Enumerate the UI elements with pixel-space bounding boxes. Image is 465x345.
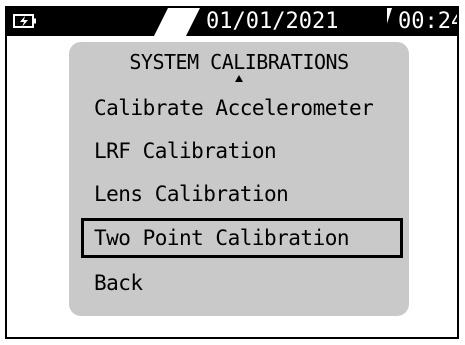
status-time: 00:24 [398, 9, 459, 34]
scroll-up-icon [235, 75, 243, 82]
menu-title: SYSTEM CALIBRATIONS [129, 50, 349, 74]
menu-item-two-point-calibration[interactable]: Two Point Calibration [94, 226, 350, 250]
status-date: 01/01/2021 [206, 9, 339, 34]
menu-item-calibrate-accelerometer[interactable]: Calibrate Accelerometer [94, 96, 374, 120]
menu-item-back[interactable]: Back [94, 271, 143, 295]
calibration-menu-panel: SYSTEM CALIBRATIONS Calibrate Accelerome… [69, 42, 409, 316]
menu-item-lens-calibration[interactable]: Lens Calibration [94, 182, 289, 206]
device-screen: 01/01/2021 00:24 SYSTEM CALIBRATIONS Cal… [0, 0, 465, 345]
menu-item-lrf-calibration[interactable]: LRF Calibration [94, 139, 277, 163]
status-bar-battery-section [7, 8, 168, 36]
status-date-box: 01/01/2021 [186, 8, 387, 36]
battery-charging-icon [13, 14, 36, 28]
status-time-box: 00:24 [383, 8, 459, 36]
